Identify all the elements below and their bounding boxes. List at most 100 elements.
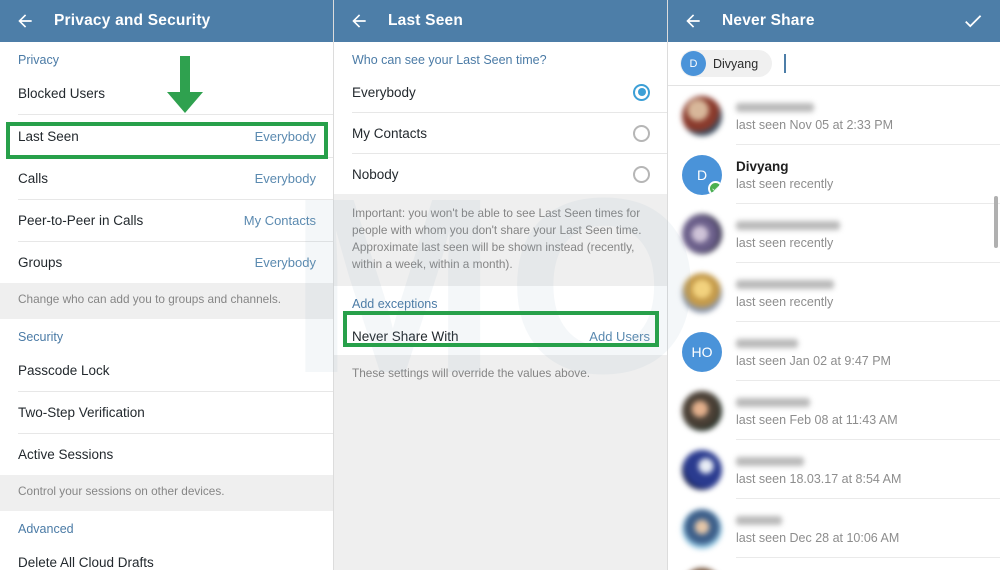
avatar-initials: D: [696, 166, 708, 183]
contact-text: last seen Feb 08 at 11:43 AM: [736, 394, 986, 427]
row-value: My Contacts: [243, 213, 316, 228]
right-page-title: Never Share: [722, 12, 815, 29]
check-icon[interactable]: [960, 8, 986, 34]
row-last-seen[interactable]: Last Seen Everybody: [0, 115, 334, 157]
row-label: Two-Step Verification: [18, 404, 145, 420]
list-item[interactable]: [668, 558, 1000, 570]
chip-divyang[interactable]: D Divyang: [680, 50, 773, 77]
contact-status: last seen 18.03.17 at 8:54 AM: [736, 471, 902, 486]
list-item[interactable]: last seen recently: [668, 263, 1000, 322]
row-never-share-with[interactable]: Never Share With Add Users: [334, 317, 668, 356]
contact-name: [736, 457, 804, 467]
contact-name: [736, 398, 810, 408]
row-delete-all-cloud-drafts[interactable]: Delete All Cloud Drafts: [0, 541, 334, 570]
contact-text: last seen recently: [736, 276, 986, 309]
contact-status: last seen Feb 08 at 11:43 AM: [736, 412, 898, 427]
avatar: HO: [682, 331, 722, 372]
last-seen-options-group: Who can see your Last Seen time? Everybo…: [334, 42, 668, 194]
avatar: [682, 213, 722, 254]
last-seen-panel: Last Seen Who can see your Last Seen tim…: [334, 0, 668, 570]
contact-status: last seen recently: [736, 235, 834, 250]
row-label: Blocked Users: [18, 86, 106, 101]
list-scrollbar[interactable]: [994, 196, 998, 248]
list-item[interactable]: D Divyang last seen recently: [668, 145, 1000, 204]
row-two-step-verification[interactable]: Two-Step Verification: [0, 391, 334, 433]
contact-status: last seen recently: [736, 294, 834, 309]
add-users-link[interactable]: Add Users: [589, 329, 650, 344]
question-label: Who can see your Last Seen time?: [352, 53, 547, 67]
back-arrow-icon[interactable]: [10, 6, 40, 36]
left-appbar: Privacy and Security: [0, 0, 334, 42]
row-peer-to-peer-in-calls[interactable]: Peer-to-Peer in Calls My Contacts: [0, 200, 334, 241]
avatar-initials: HO: [691, 343, 713, 360]
option-label: Everybody: [352, 84, 416, 100]
mid-appbar: Last Seen: [334, 0, 668, 42]
contacts-list[interactable]: last seen Nov 05 at 2:33 PM D Divyang la…: [668, 86, 1000, 570]
avatar: [682, 508, 722, 549]
radio-my-contacts[interactable]: [633, 124, 650, 142]
left-page-title: Privacy and Security: [54, 12, 211, 29]
row-label: Groups: [18, 255, 63, 270]
option-nobody[interactable]: Nobody: [334, 154, 668, 194]
row-passcode-lock[interactable]: Passcode Lock: [0, 349, 334, 391]
list-item[interactable]: last seen Dec 28 at 10:06 AM: [668, 499, 1000, 558]
row-blocked-users[interactable]: Blocked Users: [0, 73, 334, 114]
option-label: Nobody: [352, 166, 399, 182]
panel-divider: [667, 0, 668, 570]
three-panel-screenshot: MO Privacy and Security Privacy Blocked …: [0, 0, 1000, 570]
row-label: Passcode Lock: [18, 362, 110, 378]
list-item[interactable]: last seen recently: [668, 204, 1000, 263]
option-everybody[interactable]: Everybody: [334, 72, 668, 112]
panel-divider: [333, 0, 334, 570]
section-label-advanced: Advanced: [18, 521, 74, 536]
row-label: Active Sessions: [18, 446, 114, 462]
contact-text: last seen recently: [736, 217, 986, 250]
row-value: Everybody: [254, 171, 316, 186]
row-value: Everybody: [254, 255, 316, 270]
contact-name: Divyang: [736, 158, 789, 174]
contact-status: last seen Nov 05 at 2:33 PM: [736, 117, 894, 132]
contact-name: [736, 339, 798, 349]
contact-name: [736, 516, 782, 526]
contact-name: [736, 221, 840, 231]
list-item[interactable]: last seen 18.03.17 at 8:54 AM: [668, 440, 1000, 499]
row-value: Everybody: [254, 128, 316, 144]
row-calls[interactable]: Calls Everybody: [0, 158, 334, 199]
chip-label: Divyang: [713, 56, 759, 71]
last-seen-info-text: Important: you won't be able to see Last…: [334, 194, 668, 287]
contact-status: last seen Jan 02 at 9:47 PM: [736, 353, 891, 368]
list-item[interactable]: last seen Nov 05 at 2:33 PM: [668, 86, 1000, 145]
radio-everybody[interactable]: [633, 83, 650, 101]
footer-note: These settings will override the values …: [334, 355, 668, 396]
mid-page-title: Last Seen: [388, 12, 464, 29]
back-arrow-icon[interactable]: [344, 6, 374, 36]
contact-name: [736, 103, 814, 113]
row-label: Last Seen: [18, 128, 79, 144]
selected-contacts-bar[interactable]: D Divyang: [668, 42, 1000, 86]
radio-nobody[interactable]: [633, 165, 650, 183]
row-groups[interactable]: Groups Everybody: [0, 242, 334, 283]
right-appbar: Never Share: [668, 0, 1000, 42]
row-label: Delete All Cloud Drafts: [18, 554, 154, 570]
avatar: [682, 390, 722, 431]
never-share-panel: Never Share D Divyang last seen Nov 05 a…: [668, 0, 1000, 570]
avatar: [682, 95, 722, 136]
contact-text: last seen 18.03.17 at 8:54 AM: [736, 453, 986, 486]
contact-text: last seen Nov 05 at 2:33 PM: [736, 99, 986, 132]
text-cursor: [784, 54, 787, 73]
avatar: [682, 449, 722, 490]
back-arrow-icon[interactable]: [678, 6, 708, 36]
chip-avatar: D: [681, 51, 706, 76]
note-groups: Change who can add you to groups and cha…: [0, 283, 334, 319]
option-my-contacts[interactable]: My Contacts: [334, 113, 668, 153]
list-item[interactable]: HO last seen Jan 02 at 9:47 PM: [668, 322, 1000, 381]
contact-text: Divyang last seen recently: [736, 159, 986, 191]
row-active-sessions[interactable]: Active Sessions: [0, 433, 334, 475]
contact-name: [736, 280, 834, 290]
list-item[interactable]: last seen Feb 08 at 11:43 AM: [668, 381, 1000, 440]
mid-panel-background: [334, 395, 667, 570]
contact-status: last seen Dec 28 at 10:06 AM: [736, 530, 900, 545]
note-sessions: Control your sessions on other devices.: [0, 474, 334, 511]
row-label: Peer-to-Peer in Calls: [18, 213, 144, 228]
privacy-and-security-panel: Privacy and Security Privacy Blocked Use…: [0, 0, 334, 570]
